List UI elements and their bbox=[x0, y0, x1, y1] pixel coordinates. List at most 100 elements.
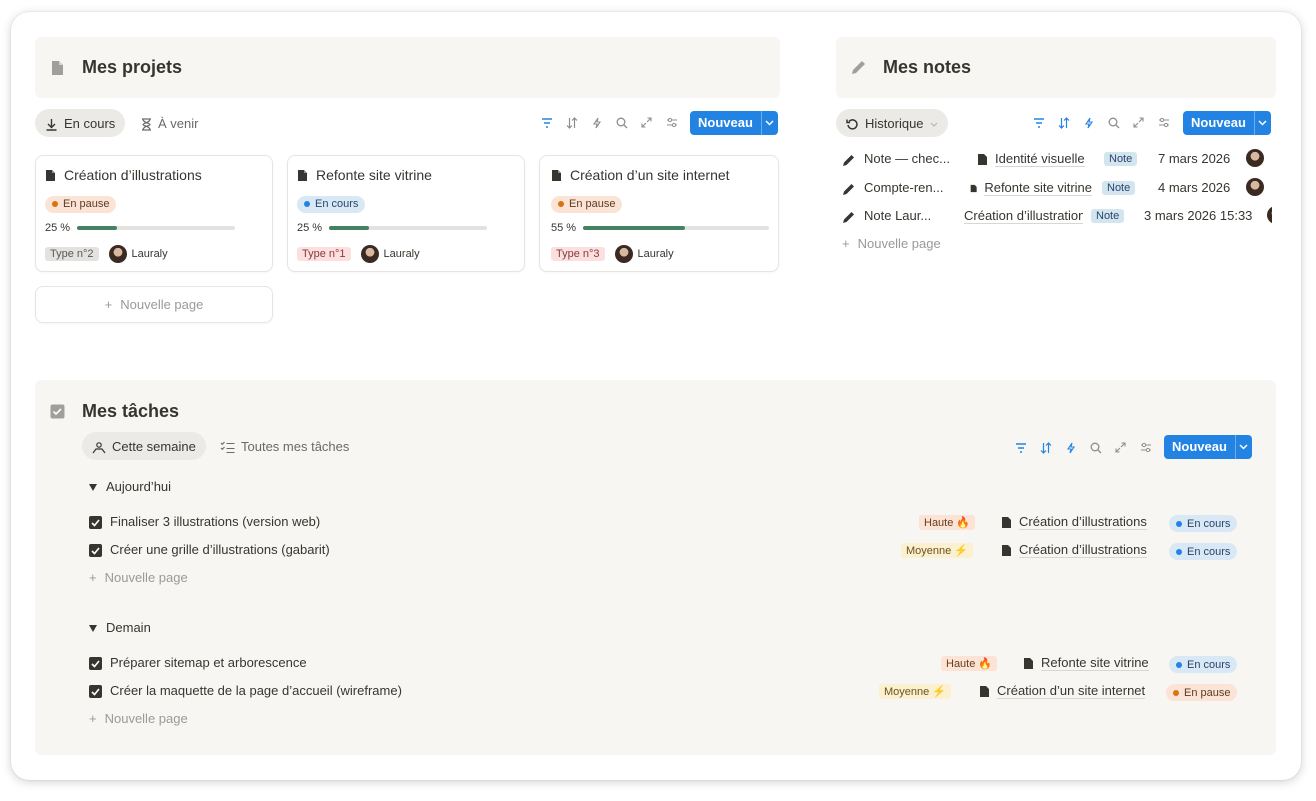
tab-label: À venir bbox=[158, 115, 199, 131]
task-project-link[interactable]: Création d’illustrations bbox=[1001, 542, 1147, 558]
progress: 25 % bbox=[297, 222, 488, 234]
progress: 55 % bbox=[551, 222, 770, 234]
tasks-title: Mes tâches bbox=[82, 401, 180, 421]
note-row[interactable]: Compte-ren... Refonte site vitrine Note … bbox=[842, 178, 1272, 202]
progress-label: 25 % bbox=[297, 222, 323, 234]
project-card[interactable]: Refonte site vitrine En cours 25 % Type … bbox=[287, 155, 525, 272]
note-project-link[interactable]: Identité visuelle bbox=[977, 151, 1097, 167]
note-row[interactable]: Note Laur... Création d’illustrations No… bbox=[842, 206, 1272, 230]
lightning-icon[interactable] bbox=[1064, 441, 1077, 454]
status-badge: En cours bbox=[1169, 656, 1238, 673]
task-row[interactable]: Préparer sitemap et arborescence Haute 🔥… bbox=[89, 652, 1249, 676]
plus-icon: + bbox=[104, 297, 113, 312]
chevron-down-icon bbox=[930, 116, 938, 131]
priority-tag: Moyenne ⚡ bbox=[901, 543, 974, 558]
status-text: En pause bbox=[63, 198, 110, 210]
status-text: En cours bbox=[315, 198, 359, 210]
type-tag: Type n°1 bbox=[297, 247, 351, 261]
history-icon bbox=[846, 115, 859, 130]
checkbox-checked[interactable] bbox=[89, 516, 102, 529]
chevron-down-icon[interactable] bbox=[1253, 111, 1271, 135]
group-label: Aujourd’hui bbox=[106, 479, 172, 494]
tasks-new-page[interactable]: + Nouvelle page bbox=[89, 570, 188, 585]
plus-icon: + bbox=[89, 711, 97, 726]
expand-icon[interactable] bbox=[1114, 441, 1127, 454]
filter-icon[interactable] bbox=[540, 116, 553, 129]
tab-historique[interactable]: Historique bbox=[836, 109, 948, 137]
chevron-down-icon[interactable] bbox=[760, 111, 778, 135]
status-text: En cours bbox=[1187, 517, 1231, 530]
settings-sliders-icon[interactable] bbox=[1157, 116, 1170, 129]
filter-icon[interactable] bbox=[1032, 116, 1045, 129]
expand-icon[interactable] bbox=[1132, 116, 1145, 129]
task-title: Finaliser 3 illustrations (version web) bbox=[110, 514, 321, 529]
status-text: En cours bbox=[1187, 545, 1231, 558]
note-project-link[interactable]: Refonte site vitrine bbox=[970, 180, 1092, 196]
chevron-down-icon[interactable] bbox=[1234, 435, 1252, 459]
new-button-label: Nouveau bbox=[1191, 115, 1246, 130]
page-icon bbox=[1002, 544, 1011, 556]
sort-icon[interactable] bbox=[1039, 441, 1052, 454]
tab-en-cours[interactable]: En cours bbox=[35, 109, 126, 137]
new-project-button[interactable]: + Nouvelle page bbox=[35, 286, 273, 323]
new-button-label: Nouveau bbox=[1172, 439, 1227, 454]
search-icon[interactable] bbox=[1107, 116, 1120, 129]
status-badge: En pause bbox=[551, 195, 623, 213]
project-name: Création d’illustrations bbox=[964, 208, 1083, 224]
tab-toutes-mes-taches[interactable]: Toutes mes tâches bbox=[210, 432, 359, 460]
checkbox-checked[interactable] bbox=[89, 657, 102, 670]
owner-name: Lauraly bbox=[637, 248, 674, 260]
group-label: Demain bbox=[106, 620, 151, 635]
search-icon[interactable] bbox=[615, 116, 628, 129]
lightning-icon[interactable] bbox=[590, 116, 603, 129]
sort-icon[interactable] bbox=[565, 116, 578, 129]
settings-sliders-icon[interactable] bbox=[1139, 441, 1152, 454]
status-badge: En pause bbox=[45, 195, 117, 213]
card-title-text: Création d’un site internet bbox=[570, 167, 730, 183]
checkbox-checked[interactable] bbox=[89, 544, 102, 557]
tab-a-venir[interactable]: À venir bbox=[131, 109, 208, 137]
task-row[interactable]: Finaliser 3 illustrations (version web) … bbox=[89, 511, 1249, 535]
project-card[interactable]: Création d’illustrations En pause 25 % T… bbox=[35, 155, 273, 272]
progress-bar bbox=[583, 226, 770, 230]
task-row[interactable]: Créer la maquette de la page d’accueil (… bbox=[89, 680, 1249, 704]
checkbox-checked[interactable] bbox=[89, 685, 102, 698]
tab-cette-semaine[interactable]: Cette semaine bbox=[82, 432, 206, 460]
settings-sliders-icon[interactable] bbox=[665, 116, 678, 129]
group-toggle-demain[interactable]: Demain bbox=[89, 620, 151, 635]
search-icon[interactable] bbox=[1089, 441, 1102, 454]
task-project-link[interactable]: Création d’un site internet bbox=[979, 683, 1146, 699]
calendar-person-icon bbox=[92, 438, 106, 453]
avatar bbox=[1246, 149, 1264, 167]
project-card[interactable]: Création d’un site internet En pause 55 … bbox=[539, 155, 779, 272]
task-row[interactable]: Créer une grille d’illustrations (gabari… bbox=[89, 539, 1249, 563]
tasks-new-page[interactable]: + Nouvelle page bbox=[89, 711, 188, 726]
notes-new-page[interactable]: + Nouvelle page bbox=[842, 236, 941, 251]
task-title: Créer la maquette de la page d’accueil (… bbox=[110, 683, 402, 698]
expand-icon[interactable] bbox=[640, 116, 653, 129]
group-toggle-aujourdhui[interactable]: Aujourd’hui bbox=[89, 479, 171, 494]
sort-icon[interactable] bbox=[1057, 116, 1070, 129]
page-icon bbox=[51, 59, 64, 76]
card-title-text: Refonte site vitrine bbox=[316, 167, 432, 183]
lightning-icon[interactable] bbox=[1082, 116, 1095, 129]
task-project-link[interactable]: Refonte site vitrine bbox=[1023, 655, 1149, 671]
project-name: Création d’illustrations bbox=[1019, 514, 1147, 530]
tab-label: En cours bbox=[64, 115, 116, 131]
note-row[interactable]: Note — chec... Identité visuelle Note 7 … bbox=[842, 149, 1272, 173]
card-meta: Type n°1 Lauraly bbox=[297, 245, 420, 263]
page-icon bbox=[1002, 516, 1011, 528]
project-name: Refonte site vitrine bbox=[1041, 655, 1149, 671]
note-project-link[interactable]: Création d’illustrations bbox=[957, 208, 1083, 224]
tasks-new-button[interactable]: Nouveau bbox=[1164, 435, 1252, 459]
status-badge: En pause bbox=[1166, 684, 1238, 701]
checklist-icon bbox=[220, 438, 235, 453]
type-tag: Type n°3 bbox=[551, 247, 605, 261]
task-project-link[interactable]: Création d’illustrations bbox=[1001, 514, 1147, 530]
hourglass-icon bbox=[141, 115, 152, 131]
filter-icon[interactable] bbox=[1014, 441, 1027, 454]
notes-new-button[interactable]: Nouveau bbox=[1183, 111, 1271, 135]
page-icon bbox=[980, 685, 989, 697]
note-date: 4 mars 2026 bbox=[1158, 180, 1231, 195]
projects-new-button[interactable]: Nouveau bbox=[690, 111, 778, 135]
